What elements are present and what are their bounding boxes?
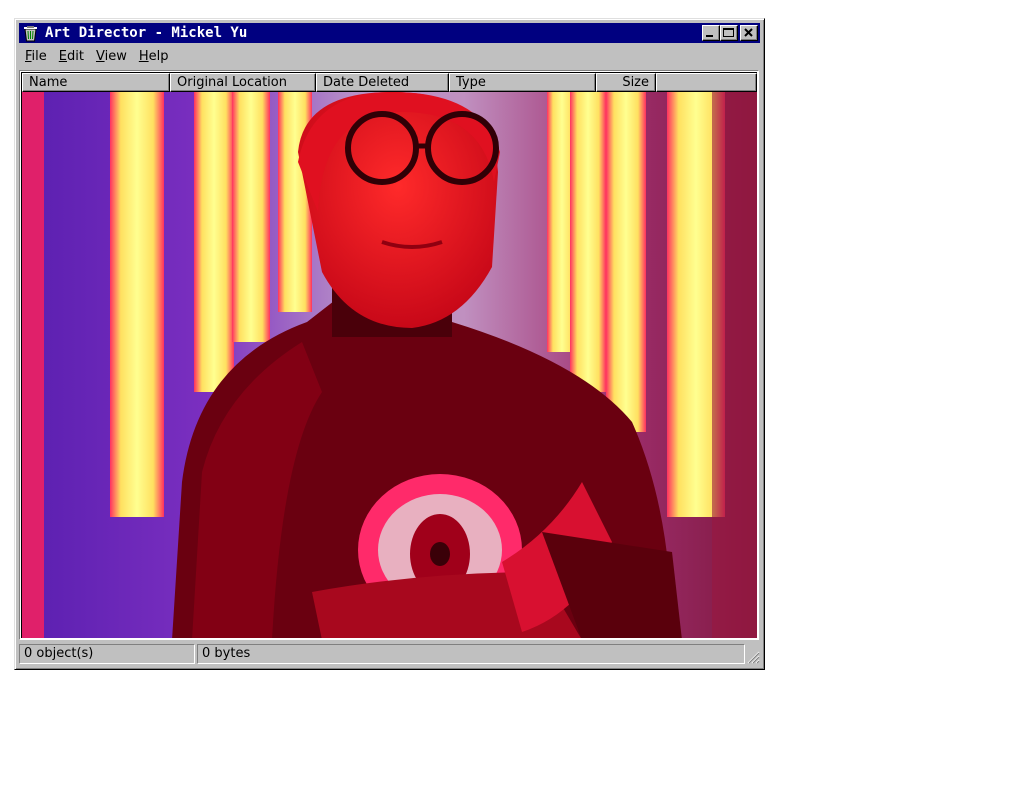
file-list-view[interactable]: Name Original Location Date Deleted Type…: [19, 70, 759, 640]
title-buttons: [702, 25, 758, 41]
column-header-size[interactable]: Size: [596, 73, 656, 92]
minimize-icon: [706, 35, 713, 37]
background-photo: [22, 92, 757, 638]
app-window: Art Director - Mickel Yu File Edit View …: [14, 18, 765, 670]
column-header-date-deleted[interactable]: Date Deleted: [316, 73, 449, 92]
menu-view-label: iew: [104, 48, 127, 64]
menu-help[interactable]: Help: [133, 49, 175, 64]
column-headers: Name Original Location Date Deleted Type…: [22, 73, 757, 92]
menu-bar: File Edit View Help: [19, 45, 760, 67]
menu-file-label: ile: [31, 48, 47, 64]
title-bar[interactable]: Art Director - Mickel Yu: [19, 23, 760, 43]
column-header-original-location[interactable]: Original Location: [170, 73, 316, 92]
recycle-bin-icon: [24, 25, 37, 41]
menu-view-accel: V: [95, 48, 105, 64]
resize-grip-icon[interactable]: [746, 650, 760, 664]
close-icon: [744, 28, 753, 37]
list-inner: Name Original Location Date Deleted Type…: [21, 72, 757, 638]
status-bar: 0 object(s) 0 bytes: [19, 644, 760, 664]
status-object-count: 0 object(s): [19, 644, 195, 664]
menu-edit[interactable]: Edit: [53, 49, 90, 64]
column-header-type[interactable]: Type: [449, 73, 596, 92]
portrait-photo: [22, 92, 757, 638]
close-button[interactable]: [740, 25, 758, 41]
column-header-name[interactable]: Name: [22, 73, 170, 92]
maximize-button[interactable]: [720, 25, 738, 41]
window-title: Art Director - Mickel Yu: [45, 25, 248, 41]
menu-edit-label: dit: [67, 48, 84, 64]
menu-view[interactable]: View: [90, 49, 133, 64]
status-bytes: 0 bytes: [197, 644, 745, 664]
column-header-filler: [656, 73, 757, 92]
maximize-icon: [723, 28, 734, 37]
menu-help-accel: H: [138, 48, 149, 64]
minimize-button[interactable]: [702, 25, 720, 41]
menu-help-label: elp: [148, 48, 169, 64]
menu-edit-accel: E: [58, 48, 67, 64]
menu-file[interactable]: File: [19, 49, 53, 64]
